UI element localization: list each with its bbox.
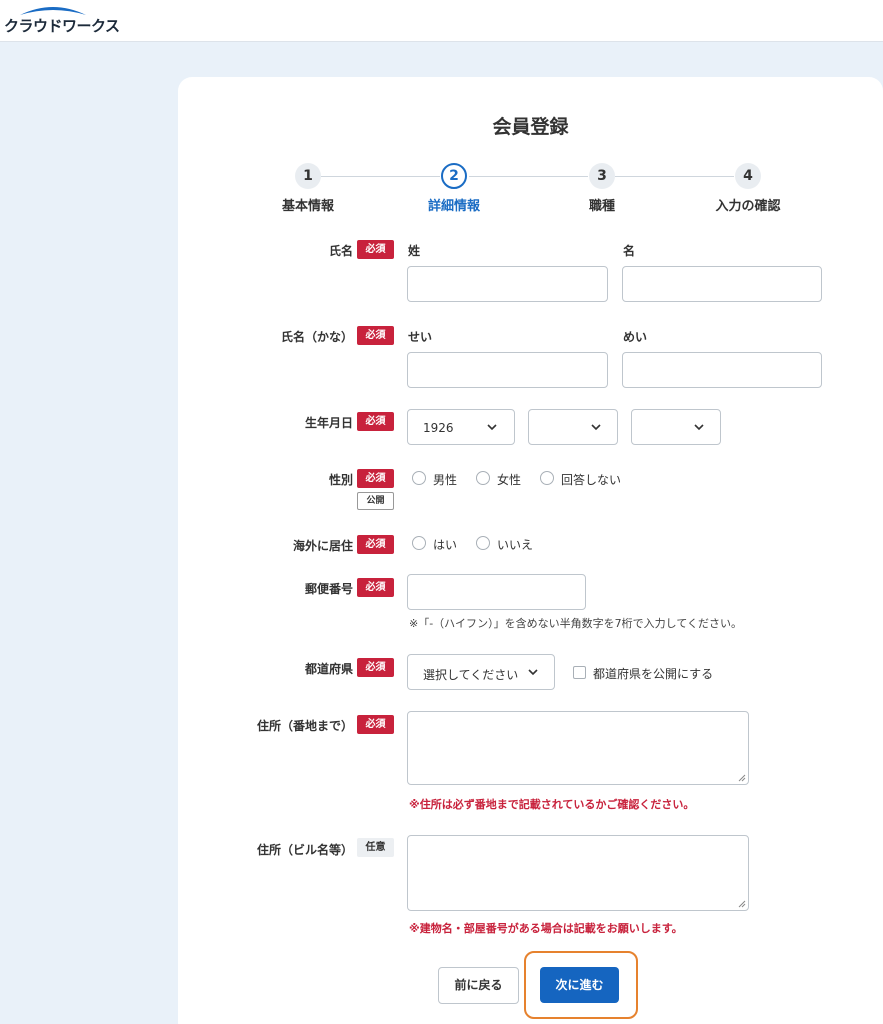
step-4-label: 入力の確認 bbox=[715, 199, 781, 214]
birth-year-select[interactable]: 1926 bbox=[407, 409, 515, 445]
first-kana-input[interactable] bbox=[622, 352, 822, 388]
birthdate-label: 生年月日 bbox=[304, 416, 353, 430]
page-title: 会員登録 bbox=[492, 116, 569, 138]
first-kana-label: めい bbox=[623, 330, 648, 344]
building-textarea[interactable] bbox=[407, 835, 749, 911]
last-kana-input[interactable] bbox=[407, 352, 608, 388]
first-name-input[interactable] bbox=[622, 266, 822, 302]
gender-female-label[interactable]: 女性 bbox=[497, 471, 521, 488]
gender-label: 性別 bbox=[328, 473, 353, 487]
chevron-down-icon bbox=[528, 669, 538, 676]
postal-code-input[interactable] bbox=[407, 574, 586, 610]
address-textarea[interactable] bbox=[407, 711, 749, 785]
logo-text: クラウドワークス bbox=[4, 17, 120, 35]
required-badge: 必須 bbox=[357, 326, 394, 345]
required-badge: 必須 bbox=[357, 578, 394, 597]
prefecture-select[interactable]: 選択してください bbox=[407, 654, 555, 690]
chevron-down-icon bbox=[694, 424, 704, 431]
gender-female-radio[interactable] bbox=[476, 471, 490, 485]
step-4-number: 4 bbox=[735, 163, 761, 189]
gender-no-answer-label[interactable]: 回答しない bbox=[561, 471, 621, 488]
prefecture-label: 都道府県 bbox=[304, 662, 353, 676]
last-name-input[interactable] bbox=[407, 266, 608, 302]
prefecture-public-label[interactable]: 都道府県を公開にする bbox=[593, 665, 713, 682]
resize-handle-icon[interactable] bbox=[738, 774, 746, 782]
optional-badge: 任意 bbox=[357, 838, 394, 857]
gender-no-answer-radio[interactable] bbox=[540, 471, 554, 485]
step-3-label: 職種 bbox=[588, 199, 615, 214]
top-bar: クラウドワークス bbox=[0, 0, 883, 42]
address-label: 住所（番地まで） bbox=[256, 719, 353, 733]
name-label: 氏名 bbox=[328, 244, 353, 258]
overseas-no-radio[interactable] bbox=[476, 536, 490, 550]
birth-day-select[interactable] bbox=[631, 409, 721, 445]
building-label: 住所（ビル名等） bbox=[256, 843, 353, 857]
overseas-label: 海外に居住 bbox=[292, 539, 353, 553]
postal-label: 郵便番号 bbox=[304, 582, 353, 596]
overseas-yes-radio[interactable] bbox=[412, 536, 426, 550]
prefecture-public-checkbox[interactable] bbox=[573, 666, 586, 679]
public-badge: 公開 bbox=[357, 492, 394, 510]
next-button[interactable]: 次に進む bbox=[540, 967, 619, 1003]
overseas-no-label[interactable]: いいえ bbox=[497, 536, 533, 553]
postal-note: ※「-（ハイフン）」を含めない半角数字を7桁で入力してください。 bbox=[409, 617, 743, 630]
logo[interactable]: クラウドワークス bbox=[4, 3, 120, 37]
address-warning: ※住所は必ず番地まで記載されているかご確認ください。 bbox=[409, 798, 695, 811]
last-name-label: 姓 bbox=[408, 244, 421, 258]
step-1-number: 1 bbox=[295, 163, 321, 189]
kana-label: 氏名（かな） bbox=[280, 330, 353, 344]
step-connector bbox=[321, 176, 440, 177]
back-button[interactable]: 前に戻る bbox=[438, 967, 519, 1004]
last-kana-label: せい bbox=[408, 330, 433, 344]
resize-handle-icon[interactable] bbox=[738, 900, 746, 908]
step-3-number: 3 bbox=[589, 163, 615, 189]
required-badge: 必須 bbox=[357, 240, 394, 259]
prefecture-value: 選択してください bbox=[423, 668, 519, 682]
step-2-number: 2 bbox=[441, 163, 467, 189]
required-badge: 必須 bbox=[357, 469, 394, 488]
step-1-label: 基本情報 bbox=[281, 199, 334, 214]
required-badge: 必須 bbox=[357, 715, 394, 734]
first-name-label: 名 bbox=[623, 244, 636, 258]
step-connector bbox=[615, 176, 734, 177]
chevron-down-icon bbox=[487, 424, 497, 431]
gender-male-radio[interactable] bbox=[412, 471, 426, 485]
required-badge: 必須 bbox=[357, 658, 394, 677]
required-badge: 必須 bbox=[357, 535, 394, 554]
step-connector bbox=[469, 176, 588, 177]
required-badge: 必須 bbox=[357, 412, 394, 431]
building-warning: ※建物名・部屋番号がある場合は記載をお願いします。 bbox=[409, 922, 683, 935]
birth-year-value: 1926 bbox=[423, 421, 454, 435]
gender-male-label[interactable]: 男性 bbox=[433, 471, 457, 488]
overseas-yes-label[interactable]: はい bbox=[433, 536, 457, 553]
birth-month-select[interactable] bbox=[528, 409, 618, 445]
chevron-down-icon bbox=[591, 424, 601, 431]
step-2-label: 詳細情報 bbox=[427, 199, 480, 214]
